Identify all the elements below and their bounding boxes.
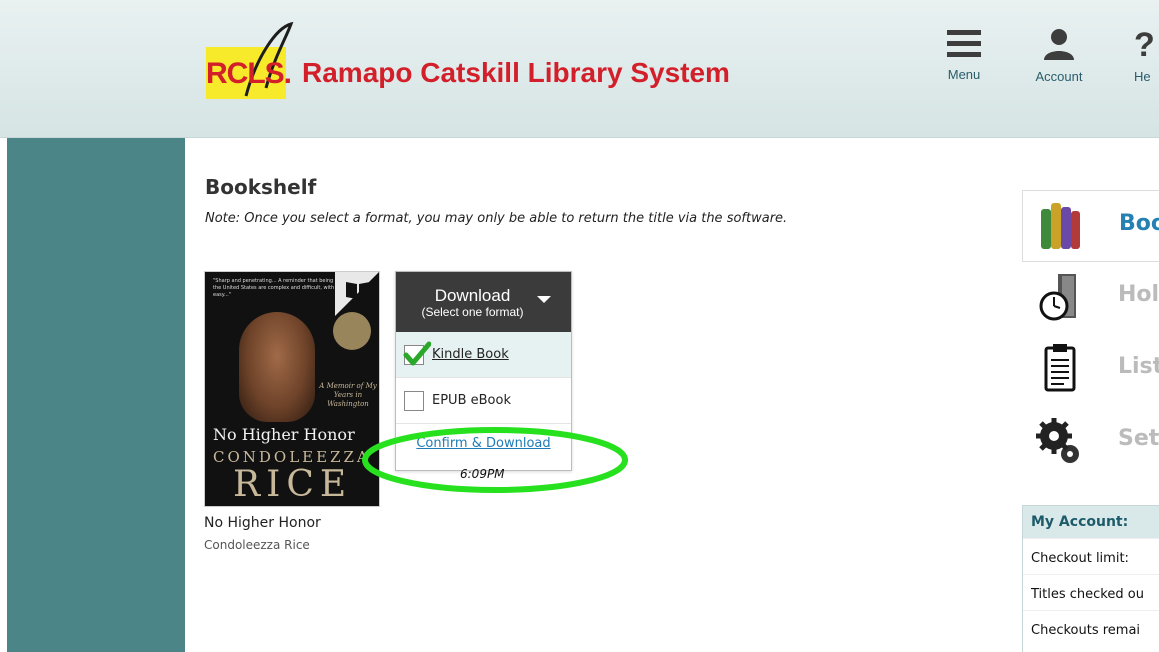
site-header: RCLS. Ramapo Catskill Library System Men… [0,0,1159,138]
nav-lists-label: List [1118,354,1159,379]
cover-author-last: RICE [233,464,353,505]
format-option-kindle[interactable]: Kindle Book [396,332,571,378]
nav-settings-label: Sett [1118,426,1159,451]
kindle-checkbox[interactable] [403,341,431,365]
clipboard-icon [1044,344,1076,392]
account-label: Account [1035,69,1083,84]
menu-button[interactable]: Menu [942,28,986,98]
my-account-heading: My Account: [1023,506,1159,538]
titles-checked-out-row: Titles checked ou [1023,574,1159,610]
help-label: He [1134,69,1151,84]
site-name[interactable]: Ramapo Catskill Library System [302,57,730,89]
account-button[interactable]: Account [1024,28,1094,98]
cover-blurb: "Sharp and penetrating... A reminder tha… [213,278,342,298]
confirm-row: Confirm & Download [396,424,571,451]
books-icon [1041,203,1080,249]
cover-tagline: A Memoir of My Years in Washington [319,382,377,408]
left-rail [7,138,185,652]
page-title: Bookshelf [205,175,317,199]
nav-lists[interactable]: List [1022,334,1159,406]
help-button[interactable]: ? He [1134,26,1159,98]
svg-text:?: ? [1134,28,1155,60]
book-cover[interactable]: "Sharp and penetrating... A reminder tha… [204,271,380,507]
format-option-epub[interactable]: EPUB eBook [396,378,571,424]
user-icon [1044,29,1074,60]
checkouts-remaining-row: Checkouts remai [1023,610,1159,646]
gears-icon [1036,418,1079,463]
book-author[interactable]: Condoleezza Rice [204,538,310,552]
cover-seal [333,312,371,350]
download-button[interactable]: Download (Select one format) [396,272,571,332]
checkmark-icon [403,341,431,365]
logo-text[interactable]: RCLS. [206,57,292,91]
download-subheading: (Select one format) [421,305,524,319]
nav-bookshelf-label: Boo [1119,211,1159,236]
nav-settings[interactable]: Sett [1022,406,1159,478]
my-account-panel: My Account: Checkout limit: Titles check… [1022,505,1159,652]
caret-down-icon [537,296,551,303]
menu-label: Menu [947,67,981,82]
checkout-limit-row: Checkout limit: [1023,538,1159,574]
kindle-label[interactable]: Kindle Book [432,347,509,362]
help-icon: ? [1134,26,1155,64]
epub-checkbox[interactable] [404,390,424,411]
format-note: Note: Once you select a format, you may … [205,211,788,226]
nav-holds-label: Hol [1118,282,1159,307]
page: RCLS. Ramapo Catskill Library System Men… [0,0,1159,652]
hamburger-icon [947,30,981,57]
download-dropdown: Download (Select one format) Kindle Book… [395,271,572,471]
nav-bookshelf[interactable]: Boo [1022,190,1159,262]
epub-label[interactable]: EPUB eBook [432,393,511,408]
open-book-icon [346,282,370,299]
stopwatch-icon [1039,274,1076,321]
cover-title: No Higher Honor [213,425,355,444]
book-title[interactable]: No Higher Honor [204,515,321,531]
cover-portrait [239,312,315,422]
confirm-download-link[interactable]: Confirm & Download [416,436,550,451]
checkout-time: 6:09PM [460,467,505,481]
nav-holds[interactable]: Hol [1022,262,1159,334]
